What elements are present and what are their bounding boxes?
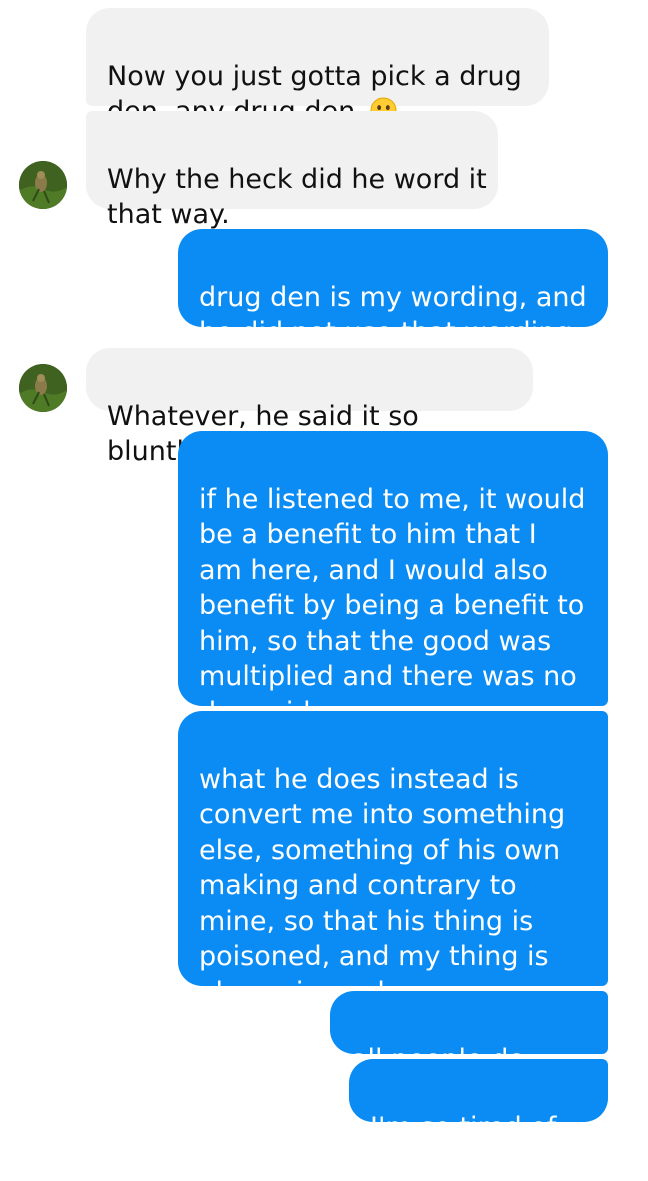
message-text: I'm so tired of it. bbox=[370, 1111, 557, 1179]
message-text: drug den is my wording, and he did not u… bbox=[199, 281, 587, 349]
contact-avatar[interactable] bbox=[19, 161, 67, 209]
message-bubble-incoming[interactable]: Now you just gotta pick a drug den, any … bbox=[86, 8, 549, 127]
message-bubble-incoming[interactable]: Whatever, he said it so bluntly. bbox=[86, 348, 533, 467]
contact-avatar[interactable] bbox=[19, 364, 67, 412]
message-text: if he listened to me, it would be a bene… bbox=[199, 483, 586, 728]
message-bubble-outgoing[interactable]: drug den is my wording, and he did not u… bbox=[178, 229, 608, 348]
message-bubble-incoming[interactable]: Why the heck did he word it that way. bbox=[86, 111, 498, 230]
message-bubble-outgoing[interactable]: if he listened to me, it would be a bene… bbox=[178, 431, 608, 728]
avatar-photo-icon bbox=[19, 161, 67, 209]
message-bubble-outgoing[interactable]: I'm so tired of it. bbox=[349, 1059, 608, 1178]
avatar-photo-icon bbox=[19, 364, 67, 412]
message-bubble-outgoing[interactable]: what he does instead is convert me into … bbox=[178, 711, 608, 1008]
message-text: Why the heck did he word it that way. bbox=[107, 163, 487, 231]
message-text: what he does instead is convert me into … bbox=[199, 763, 566, 1008]
message-bubble-outgoing[interactable]: all people do this. bbox=[330, 991, 608, 1110]
